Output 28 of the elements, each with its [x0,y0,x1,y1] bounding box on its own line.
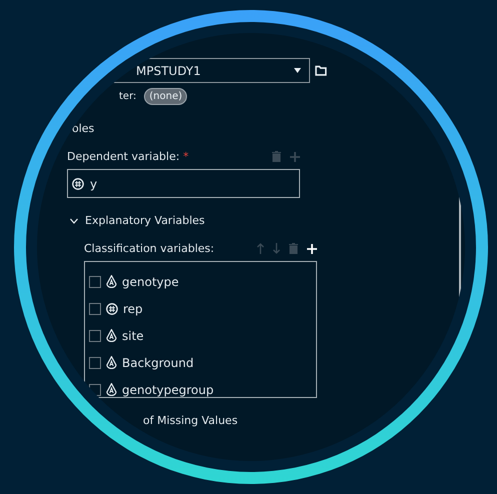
variable-name[interactable]: genotype [122,274,179,288]
field-label: Dependent variable: * [67,150,189,163]
section-heading: oles [72,122,96,135]
filter-label: ter: [119,91,136,102]
character-icon [106,383,117,396]
checkbox[interactable] [89,302,101,314]
checkbox[interactable] [89,356,101,368]
numeric-icon [72,178,84,190]
character-icon [106,329,117,342]
filter-button[interactable]: (none) [144,88,188,105]
section-heading[interactable]: Explanatory Variables [85,214,205,227]
character-icon [106,356,117,369]
checkbox[interactable] [89,276,101,288]
variable-field[interactable]: y [67,169,300,198]
character-icon [106,275,117,288]
numeric-icon [106,302,118,314]
variable-name[interactable]: Background [122,356,194,370]
section-heading[interactable]: of Missing Values [143,414,327,427]
checkbox[interactable] [89,330,101,342]
variable-name: y [90,176,98,190]
variable-name[interactable]: site [122,328,144,342]
checkbox[interactable] [89,384,101,396]
variable-name[interactable]: rep [123,302,143,316]
folder-icon[interactable] [315,65,327,76]
chevron-icon[interactable] [70,218,78,224]
caret-icon [294,68,302,73]
field-label: Classification variables: [84,242,214,255]
variable-name[interactable]: genotypegroup [122,382,214,396]
